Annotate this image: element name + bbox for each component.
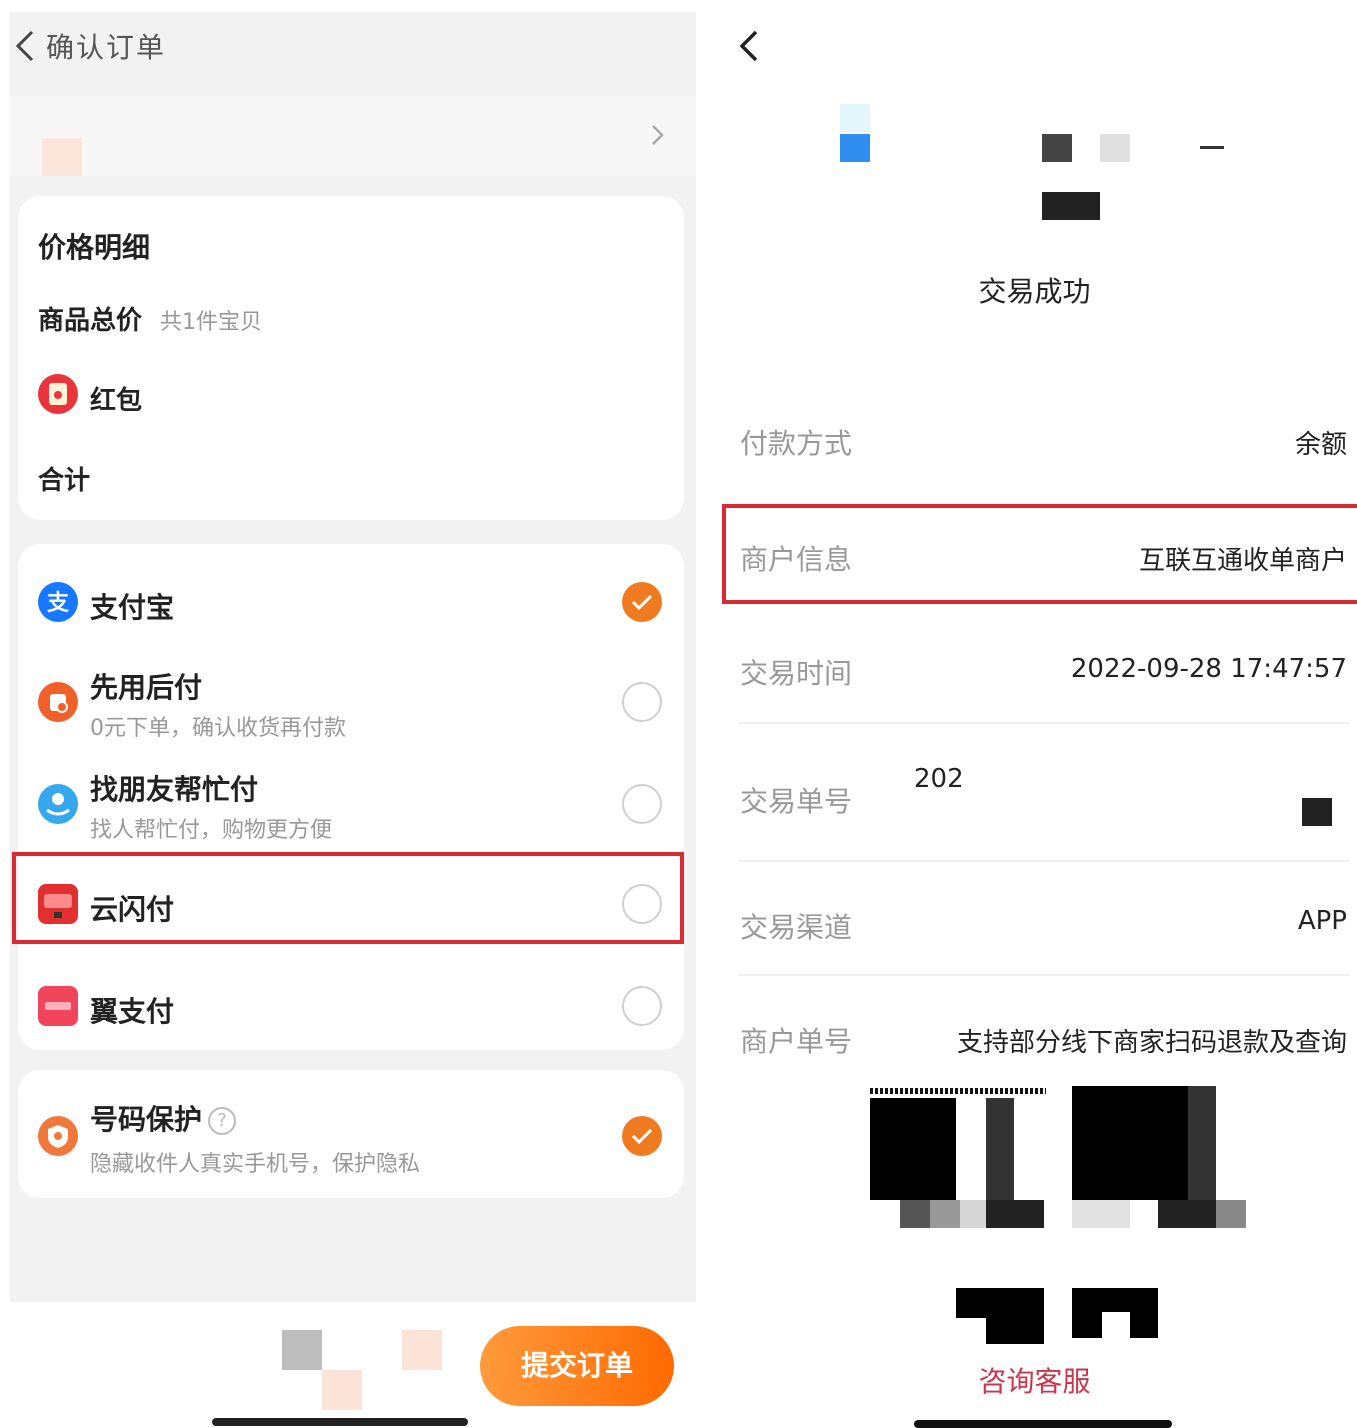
payment-sub: 0元下单，确认收货再付款 — [90, 716, 346, 741]
divider — [738, 860, 1350, 862]
info-value: 2022-09-28 17:47:57 — [1070, 654, 1347, 684]
info-label: 交易单号 — [740, 785, 853, 818]
price-detail-card: 价格明细 商品总价 共1件宝贝 红包 合计 — [18, 196, 684, 520]
payment-sub: 找人帮忙付，购物更方便 — [90, 818, 333, 843]
payment-label: 先用后付 — [90, 671, 203, 704]
number-protect-label: 号码保护? — [90, 1098, 237, 1138]
divider — [738, 974, 1350, 976]
highlight-frame-merchant — [722, 504, 1357, 604]
transaction-detail-panel: 交易成功 付款方式 余额 商户信息 互联互通收单商户 交易时间 2022-09-… — [712, 0, 1357, 1428]
info-label: 商户单号 — [740, 1025, 853, 1058]
redacted-block — [1200, 146, 1224, 149]
redacted-block — [1158, 1200, 1216, 1228]
red-packet-label[interactable]: 红包 — [90, 380, 142, 417]
help-icon[interactable]: ? — [208, 1107, 237, 1135]
redacted-block — [930, 1200, 960, 1228]
redacted-block — [1042, 134, 1072, 162]
redacted-block — [1216, 1200, 1246, 1228]
redacted-block — [960, 1200, 986, 1228]
redacted-block — [870, 1088, 1046, 1094]
radio-selected[interactable] — [622, 1116, 662, 1156]
shield-phone-icon — [38, 1116, 78, 1156]
redacted-block — [1072, 1312, 1102, 1338]
info-value: APP — [1297, 906, 1347, 936]
info-label: 交易渠道 — [740, 911, 853, 944]
price-detail-heading: 价格明细 — [38, 231, 151, 264]
redacted-block — [870, 1098, 956, 1200]
red-packet-icon — [38, 374, 78, 414]
redacted-block — [1072, 1086, 1188, 1200]
highlight-frame-unionpay — [12, 852, 684, 944]
redacted-block — [986, 1318, 1044, 1344]
info-label: 交易时间 — [740, 657, 853, 690]
top-bar: 确认订单 — [10, 12, 696, 84]
redacted-block — [402, 1330, 442, 1370]
redacted-block — [1072, 1200, 1130, 1228]
alipay-icon: 支 — [38, 582, 78, 622]
radio-selected[interactable] — [622, 582, 662, 622]
number-protect-sub: 隐藏收件人真实手机号，保护隐私 — [90, 1152, 421, 1177]
chevron-right-icon — [652, 125, 664, 145]
redacted-block — [900, 1200, 930, 1228]
address-bar[interactable] — [10, 96, 696, 176]
transaction-status: 交易成功 — [978, 275, 1091, 308]
redacted-block — [1302, 798, 1332, 826]
payment-label: 支付宝 — [90, 591, 175, 624]
number-protect-card[interactable]: 号码保护? 隐藏收件人真实手机号，保护隐私 — [18, 1070, 684, 1198]
redacted-block — [282, 1330, 322, 1370]
confirm-order-panel: 确认订单 价格明细 商品总价 共1件宝贝 红包 合计 支 支付宝 先用后付 0元… — [10, 12, 696, 1428]
redacted-block — [956, 1288, 1044, 1318]
redacted-block — [1188, 1086, 1216, 1200]
bottom-bar: 提交订单 — [10, 1302, 696, 1428]
consult-service-link[interactable]: 咨询客服 — [712, 1360, 1357, 1400]
redacted-block — [1042, 192, 1100, 220]
number-protect-text: 号码保护 — [90, 1103, 203, 1136]
goods-total-label: 商品总价 — [38, 306, 143, 336]
radio-unselected[interactable] — [622, 986, 662, 1026]
bestpay-icon — [38, 986, 78, 1026]
goods-count: 共1件宝贝 — [160, 310, 262, 335]
radio-unselected[interactable] — [622, 784, 662, 824]
friend-pay-icon — [38, 784, 78, 824]
redacted-block — [1100, 134, 1130, 162]
payment-methods-card: 支 支付宝 先用后付 0元下单，确认收货再付款 找朋友帮忙付 找人帮忙付，购物更… — [18, 544, 684, 1050]
redacted-block — [986, 1098, 1014, 1200]
pay-later-icon — [38, 682, 78, 722]
redacted-block — [1130, 1312, 1158, 1338]
payment-label: 翼支付 — [90, 995, 175, 1028]
divider — [738, 722, 1350, 724]
svg-text:支: 支 — [47, 591, 70, 616]
radio-unselected[interactable] — [622, 682, 662, 722]
info-value: 202 — [914, 764, 964, 794]
redacted-block — [840, 134, 870, 162]
payment-label: 找朋友帮忙付 — [90, 773, 259, 806]
info-value: 余额 — [1294, 430, 1347, 460]
page-title: 确认订单 — [46, 31, 167, 64]
redacted-block — [986, 1200, 1044, 1228]
redacted-block — [1072, 1288, 1158, 1312]
total-label: 合计 — [38, 466, 91, 496]
home-indicator — [914, 1420, 1172, 1428]
submit-order-button[interactable]: 提交订单 — [480, 1326, 674, 1406]
back-icon[interactable] — [12, 26, 42, 66]
info-value: 支持部分线下商家扫码退款及查询 — [956, 1028, 1347, 1058]
redacted-block — [322, 1370, 362, 1410]
info-label: 付款方式 — [740, 427, 853, 460]
redacted-block — [840, 104, 870, 132]
home-indicator — [212, 1418, 468, 1426]
back-icon[interactable] — [734, 26, 764, 66]
address-placeholder-block — [42, 138, 82, 176]
